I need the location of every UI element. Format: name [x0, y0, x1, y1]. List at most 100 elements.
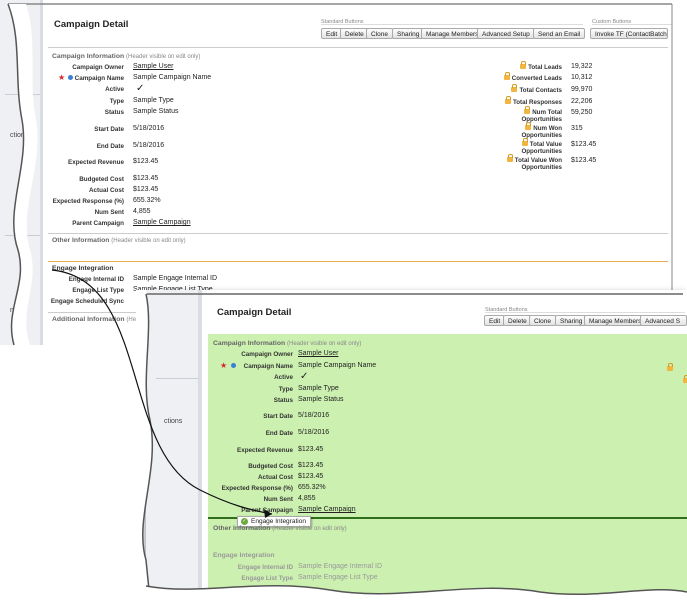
back-stat-converted-leads: 10,312 — [571, 74, 593, 81]
front-label-campaign-name: Campaign Name — [243, 363, 293, 370]
front-value-end-date: 5/18/2016 — [298, 429, 330, 436]
drag-check-icon: ✓ — [241, 518, 248, 525]
front-label-engage-internal-id: Engage Internal ID — [237, 564, 293, 571]
front-parent-campaign-link[interactable]: Sample Campaign — [298, 506, 356, 513]
front-label-engage-list-type: Engage List Type — [241, 575, 293, 582]
back-label-budgeted-cost: Budgeted Cost — [79, 176, 124, 183]
front-label-budgeted-cost: Budgeted Cost — [248, 463, 293, 470]
back-value-start-date: 5/18/2016 — [133, 125, 165, 132]
front-page-title: Campaign Detail — [217, 307, 292, 318]
back-value-campaign-name: Sample Campaign Name — [133, 74, 212, 81]
back-stat-label-num-total-opps: Num Total Opportunities — [521, 106, 562, 123]
back-clone-button[interactable]: Clone — [366, 28, 393, 39]
front-sharing-button[interactable]: Sharing — [555, 315, 588, 326]
back-engage-integration-header: Engage Integration — [52, 265, 114, 272]
back-label-status: Status — [104, 109, 124, 116]
back-delete-button[interactable]: Delete — [340, 28, 369, 39]
back-parent-campaign-link[interactable]: Sample Campaign — [133, 219, 191, 226]
back-send-email-button[interactable]: Send an Email — [533, 28, 586, 39]
front-clone-button[interactable]: Clone — [529, 315, 556, 326]
front-value-budgeted-cost: $123.45 — [298, 462, 324, 469]
back-sidebar-fragment-1: ctions — [10, 132, 29, 139]
back-label-engage-scheduled-sync: Engage Scheduled Sync — [50, 298, 124, 305]
back-label-end-date: End Date — [96, 143, 124, 150]
lock-icon — [520, 61, 527, 69]
back-sidebar — [0, 0, 40, 345]
front-value-num-sent: 4,855 — [298, 495, 316, 502]
front-label-expected-response: Expected Response (%) — [221, 485, 293, 492]
front-value-status: Sample Status — [298, 396, 344, 403]
back-stat-total-leads: 19,322 — [571, 63, 593, 70]
back-value-expected-revenue: $123.45 — [133, 158, 159, 165]
front-campaign-info-header: Campaign Information (Header visible on … — [213, 340, 362, 347]
front-label-end-date: End Date — [265, 430, 293, 437]
front-label-actual-cost: Actual Cost — [258, 474, 293, 481]
lock-icon — [506, 154, 513, 162]
back-stat-label-total-responses: Total Responses — [504, 96, 562, 106]
back-stat-label-converted-leads: Converted Leads — [503, 72, 562, 82]
front-campaign-owner-link[interactable]: Sample User — [298, 350, 338, 357]
front-label-num-sent: Num Sent — [263, 496, 293, 503]
back-invoke-tf-button[interactable]: Invoke TF (ContactBatch — [590, 28, 668, 39]
back-active-check-icon: ✓ — [136, 83, 145, 94]
lock-icon — [683, 375, 687, 383]
front-advanced-setup-button[interactable]: Advanced S — [640, 315, 687, 326]
lock-icon — [667, 363, 673, 371]
front-label-campaign-owner: Campaign Owner — [241, 351, 293, 358]
back-value-engage-internal-id: Sample Engage Internal ID — [133, 275, 218, 282]
lock-icon — [524, 106, 531, 114]
front-value-campaign-name: Sample Campaign Name — [298, 362, 377, 369]
back-label-expected-response: Expected Response (%) — [52, 198, 124, 205]
back-stat-label-total-value-opps: Total Value Opportunities — [521, 138, 562, 155]
lock-icon — [525, 122, 532, 130]
front-manage-members-button[interactable]: Manage Members — [584, 315, 647, 326]
back-value-actual-cost: $123.45 — [133, 186, 159, 193]
back-stat-label-total-leads: Total Leads — [520, 61, 562, 71]
back-label-campaign-name: Campaign Name — [74, 75, 124, 82]
required-icon: ★ — [58, 73, 66, 82]
front-value-expected-response: 655.32% — [298, 484, 326, 491]
back-stat-total-responses: 22,206 — [571, 98, 593, 105]
lock-icon — [503, 72, 510, 80]
front-sidebar-fragment: ctions — [164, 418, 183, 425]
info-dot-icon — [68, 75, 73, 80]
back-stat-num-won-opps: 315 — [571, 125, 583, 132]
back-value-expected-response: 655.32% — [133, 197, 161, 204]
back-value-end-date: 5/18/2016 — [133, 142, 165, 149]
back-campaign-info-header: Campaign Information (Header visible on … — [52, 53, 201, 60]
back-advanced-setup-button[interactable]: Advanced Setup — [477, 28, 535, 39]
back-sharing-button[interactable]: Sharing — [392, 28, 425, 39]
back-manage-members-button[interactable]: Manage Members — [421, 28, 484, 39]
front-delete-button[interactable]: Delete — [503, 315, 532, 326]
front-label-expected-revenue: Expected Revenue — [237, 447, 293, 454]
back-stat-label-total-value-won-opps: Total Value Won Opportunities — [502, 154, 562, 171]
back-campaign-owner-link[interactable]: Sample User — [133, 63, 173, 70]
lock-icon — [521, 138, 528, 146]
front-active-check-icon: ✓ — [300, 371, 309, 382]
back-other-info-header: Other Information (Header visible on edi… — [52, 237, 186, 244]
front-other-info-header: Other Information (Header visible on edi… — [213, 525, 347, 532]
back-stat-total-value-opps: $123.45 — [571, 141, 597, 148]
front-label-parent-campaign: Parent Campaign — [241, 507, 293, 514]
lock-icon — [511, 84, 518, 92]
back-stat-label-total-contacts: Total Contacts — [511, 84, 562, 94]
front-value-actual-cost: $123.45 — [298, 473, 324, 480]
back-page-title: Campaign Detail — [54, 19, 129, 30]
back-stat-total-value-won-opps: $123.45 — [571, 157, 597, 164]
back-label-num-sent: Num Sent — [94, 209, 124, 216]
back-stat-total-contacts: 99,970 — [571, 86, 593, 93]
front-value-expected-revenue: $123.45 — [298, 446, 324, 453]
back-value-type: Sample Type — [133, 97, 174, 104]
back-label-start-date: Start Date — [94, 126, 124, 133]
info-dot-icon — [231, 363, 236, 368]
front-label-active: Active — [274, 374, 293, 381]
back-value-budgeted-cost: $123.45 — [133, 175, 159, 182]
front-value-type: Sample Type — [298, 385, 339, 392]
back-label-engage-list-type: Engage List Type — [72, 287, 124, 294]
back-label-active: Active — [105, 86, 124, 93]
back-label-expected-revenue: Expected Revenue — [68, 159, 124, 166]
back-scheduled-sync-check-icon: ✓ — [136, 295, 145, 306]
back-label-parent-campaign: Parent Campaign — [72, 220, 124, 227]
front-engage-integration-header: Engage Integration — [213, 552, 275, 559]
front-sidebar — [146, 290, 198, 600]
